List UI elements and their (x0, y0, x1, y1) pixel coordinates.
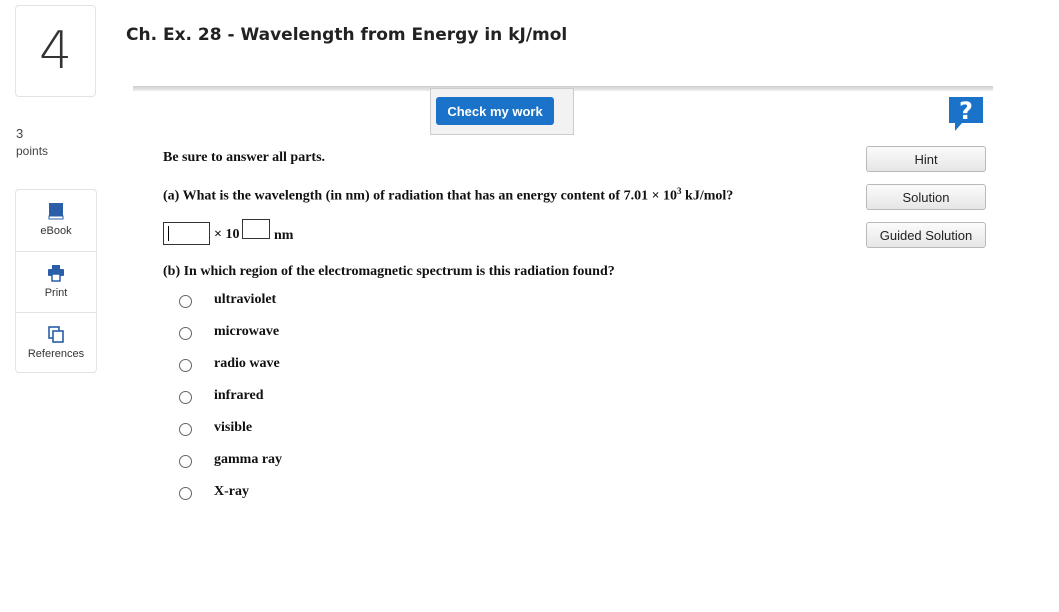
check-work-container: Check my work (430, 88, 574, 135)
part-b-question: (b) In which region of the electromagnet… (163, 264, 615, 279)
points-label: points (16, 144, 49, 158)
radio-button[interactable] (179, 423, 192, 436)
guided-solution-button[interactable]: Guided Solution (866, 222, 986, 248)
option-label: microwave (214, 324, 280, 339)
option-label: X-ray (214, 484, 249, 499)
unit-label: nm (274, 228, 294, 243)
instruction-text: Be sure to answer all parts. (163, 150, 326, 165)
printer-icon (48, 265, 64, 282)
part-a-question: (a) What is the wavelength (in nm) of ra… (163, 186, 733, 205)
question-mark-icon[interactable]: ? (946, 95, 986, 133)
question-number-box: 4 (15, 5, 96, 97)
points-value: 3 (16, 126, 24, 141)
svg-text:?: ? (959, 97, 973, 125)
ebook-tool[interactable]: eBook (16, 190, 96, 251)
radio-button[interactable] (179, 295, 192, 308)
tools-panel: eBook Print References (15, 189, 97, 373)
page-title: Ch. Ex. 28 - Wavelength from Energy in k… (126, 25, 568, 45)
part-a-prefix: (a) What is the wavelength (in nm) of ra… (163, 188, 678, 204)
print-label: Print (44, 287, 68, 299)
option-label: gamma ray (214, 452, 283, 467)
radio-button[interactable] (179, 455, 192, 468)
question-number: 4 (38, 21, 73, 81)
part-a-suffix: kJ/mol? (681, 188, 734, 204)
times-ten-label: × 10 (214, 227, 240, 242)
references-label: References (27, 348, 85, 360)
hint-button[interactable]: Hint (866, 146, 986, 172)
option-label: radio wave (214, 356, 280, 371)
radio-button[interactable] (179, 487, 192, 500)
solution-button[interactable]: Solution (866, 184, 986, 210)
wavelength-answer-input[interactable] (163, 222, 210, 245)
ebook-label: eBook (40, 225, 72, 237)
radio-button[interactable] (179, 327, 192, 340)
option-label: visible (214, 420, 253, 435)
print-tool[interactable]: Print (16, 251, 96, 313)
references-icon (48, 326, 64, 343)
references-tool[interactable]: References (16, 312, 96, 374)
check-my-work-button[interactable]: Check my work (436, 97, 554, 125)
book-icon (48, 203, 64, 220)
option-label: ultraviolet (214, 292, 277, 307)
text-caret (168, 226, 169, 241)
radio-button[interactable] (179, 359, 192, 372)
exponent-input[interactable] (242, 219, 270, 239)
radio-button[interactable] (179, 391, 192, 404)
option-label: infrared (214, 388, 264, 403)
